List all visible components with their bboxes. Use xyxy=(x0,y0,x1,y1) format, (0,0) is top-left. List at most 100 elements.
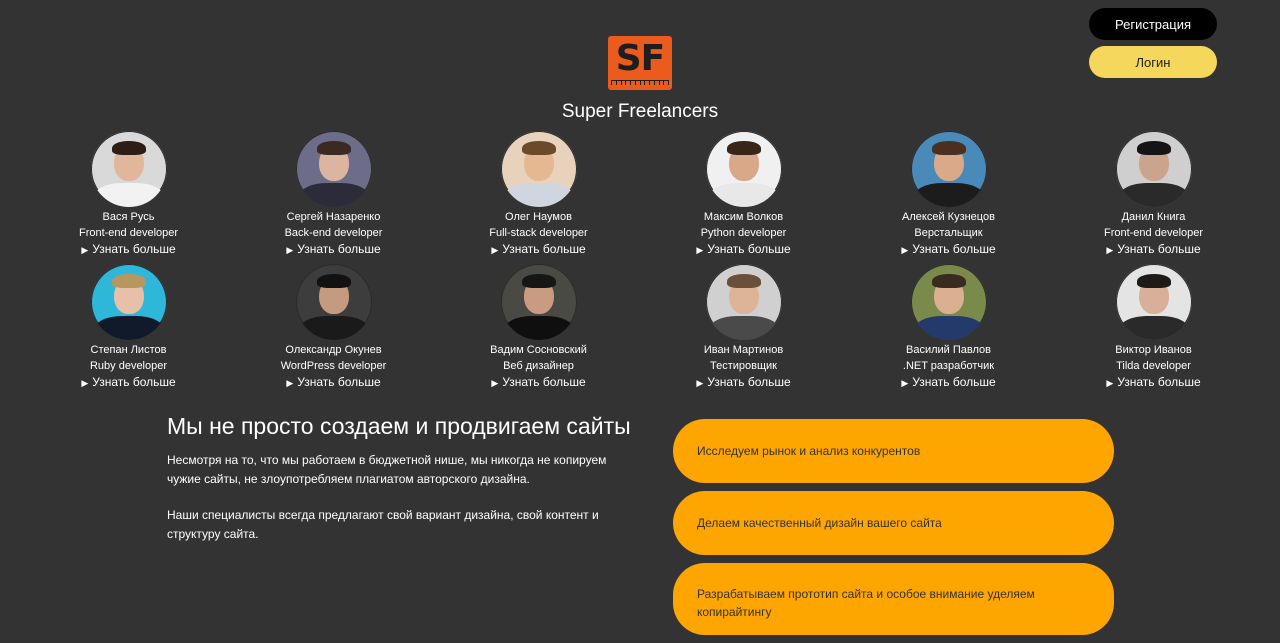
member-role: Back-end developer xyxy=(284,227,383,239)
team-card: Иван Мартинов Тестировщик ▶ Узнать больше xyxy=(641,264,846,391)
service-item: Делаем качественный дизайн вашего сайта xyxy=(673,491,1114,555)
learn-more-toggle[interactable]: ▶ Узнать больше xyxy=(436,374,641,391)
avatar xyxy=(910,264,987,340)
register-button[interactable]: Регистрация xyxy=(1089,8,1217,40)
learn-more-label: Узнать больше xyxy=(912,242,996,256)
member-role: Верстальщик xyxy=(914,227,983,239)
learn-more-label: Узнать больше xyxy=(297,242,381,256)
team-card: Олег Наумов Full-stack developer ▶ Узнать… xyxy=(436,131,641,258)
auth-buttons: Регистрация Логин xyxy=(1089,8,1217,84)
caret-right-icon: ▶ xyxy=(286,245,294,255)
learn-more-toggle[interactable]: ▶ Узнать больше xyxy=(436,241,641,258)
member-role: Веб дизайнер xyxy=(503,360,574,372)
caret-right-icon: ▶ xyxy=(696,245,704,255)
learn-more-label: Узнать больше xyxy=(502,242,586,256)
login-button[interactable]: Логин xyxy=(1089,46,1217,78)
learn-more-toggle[interactable]: ▶ Узнать больше xyxy=(1051,374,1256,391)
avatar xyxy=(910,131,987,207)
service-item: Исследуем рынок и анализ конкурентов xyxy=(673,419,1114,483)
team-row: Степан Листов Ruby developer ▶ Узнать бол… xyxy=(26,264,1256,391)
learn-more-toggle[interactable]: ▶ Узнать больше xyxy=(846,374,1051,391)
team-card: Вадим Сосновский Веб дизайнер ▶ Узнать бо… xyxy=(436,264,641,391)
caret-right-icon: ▶ xyxy=(1106,245,1114,255)
member-name: Василий Павлов xyxy=(906,344,991,356)
learn-more-toggle[interactable]: ▶ Узнать больше xyxy=(641,241,846,258)
learn-more-label: Узнать больше xyxy=(92,242,176,256)
team-card: Сергей Назаренко Back-end developer ▶ Узн… xyxy=(231,131,436,258)
brand-name: Super Freelancers xyxy=(561,101,719,122)
team-card: Степан Листов Ruby developer ▶ Узнать бол… xyxy=(26,264,231,391)
team-card: Олександр Окунев WordPress developer ▶ Уз… xyxy=(231,264,436,391)
learn-more-label: Узнать больше xyxy=(707,242,791,256)
learn-more-label: Узнать больше xyxy=(502,375,586,389)
member-role: Ruby developer xyxy=(89,360,168,372)
learn-more-label: Узнать больше xyxy=(912,375,996,389)
logo-ruler xyxy=(611,80,669,87)
caret-right-icon: ▶ xyxy=(1106,378,1114,388)
learn-more-label: Узнать больше xyxy=(92,375,176,389)
about-section: Мы не просто создаем и продвигаем сайты … xyxy=(167,412,642,561)
learn-more-toggle[interactable]: ▶ Узнать больше xyxy=(846,241,1051,258)
avatar xyxy=(1115,264,1192,340)
caret-right-icon: ▶ xyxy=(81,378,89,388)
avatar xyxy=(90,131,167,207)
learn-more-toggle[interactable]: ▶ Узнать больше xyxy=(641,374,846,391)
learn-more-toggle[interactable]: ▶ Узнать больше xyxy=(26,374,231,391)
caret-right-icon: ▶ xyxy=(81,245,89,255)
learn-more-toggle[interactable]: ▶ Узнать больше xyxy=(1051,241,1256,258)
learn-more-toggle[interactable]: ▶ Узнать больше xyxy=(231,374,436,391)
caret-right-icon: ▶ xyxy=(696,378,704,388)
member-name: Данил Книга xyxy=(1121,211,1186,223)
about-title: Мы не просто создаем и продвигаем сайты xyxy=(167,413,631,439)
member-role: Tilda developer xyxy=(1116,360,1191,372)
learn-more-label: Узнать больше xyxy=(297,375,381,389)
avatar xyxy=(500,131,577,207)
team-grid: Вася Русь Front-end developer ▶ Узнать бо… xyxy=(26,131,1256,391)
caret-right-icon: ▶ xyxy=(491,245,499,255)
caret-right-icon: ▶ xyxy=(901,378,909,388)
avatar xyxy=(295,264,372,340)
avatar xyxy=(705,131,782,207)
learn-more-label: Узнать больше xyxy=(1117,242,1201,256)
avatar xyxy=(90,264,167,340)
team-card: Вася Русь Front-end developer ▶ Узнать бо… xyxy=(26,131,231,258)
member-role: WordPress developer xyxy=(280,360,387,372)
member-name: Степан Листов xyxy=(90,344,167,356)
member-name: Олег Наумов xyxy=(505,211,572,223)
caret-right-icon: ▶ xyxy=(491,378,499,388)
member-name: Олександр Окунев xyxy=(285,344,382,356)
service-item: Разрабатываем прототип сайта и особое вн… xyxy=(673,563,1114,635)
member-role: Python developer xyxy=(700,227,787,239)
member-role: Full-stack developer xyxy=(489,227,588,239)
team-card: Максим Волков Python developer ▶ Узнать б… xyxy=(641,131,846,258)
logo[interactable]: SF xyxy=(608,36,672,90)
member-role: .NET разработчик xyxy=(902,360,995,372)
learn-more-label: Узнать больше xyxy=(1117,375,1201,389)
avatar xyxy=(500,264,577,340)
member-name: Алексей Кузнецов xyxy=(902,211,995,223)
member-name: Вася Русь xyxy=(102,211,155,223)
learn-more-toggle[interactable]: ▶ Узнать больше xyxy=(26,241,231,258)
services-list: Исследуем рынок и анализ конкурентов Дел… xyxy=(673,419,1114,643)
learn-more-toggle[interactable]: ▶ Узнать больше xyxy=(231,241,436,258)
team-card: Алексей Кузнецов Верстальщик ▶ Узнать бол… xyxy=(846,131,1051,258)
avatar xyxy=(1115,131,1192,207)
member-role: Тестировщик xyxy=(710,360,777,372)
team-row: Вася Русь Front-end developer ▶ Узнать бо… xyxy=(26,131,1256,258)
avatar xyxy=(295,131,372,207)
team-card: Данил Книга Front-end developer ▶ Узнать … xyxy=(1051,131,1256,258)
team-card: Василий Павлов .NET разработчик ▶ Узнать … xyxy=(846,264,1051,391)
member-name: Иван Мартинов xyxy=(703,344,784,356)
member-role: Front-end developer xyxy=(78,227,179,239)
about-paragraph: Несмотря на то, что мы работаем в бюджет… xyxy=(167,453,607,486)
learn-more-label: Узнать больше xyxy=(707,375,791,389)
member-name: Вадим Сосновский xyxy=(490,344,587,356)
about-paragraph: Наши специалисты всегда предлагают свой … xyxy=(167,508,599,541)
member-name: Максим Волков xyxy=(703,211,784,223)
member-name: Сергей Назаренко xyxy=(286,211,381,223)
logo-text: SF xyxy=(615,38,666,79)
member-name: Виктор Иванов xyxy=(1115,344,1192,356)
avatar xyxy=(705,264,782,340)
team-card: Виктор Иванов Tilda developer ▶ Узнать бо… xyxy=(1051,264,1256,391)
caret-right-icon: ▶ xyxy=(286,378,294,388)
